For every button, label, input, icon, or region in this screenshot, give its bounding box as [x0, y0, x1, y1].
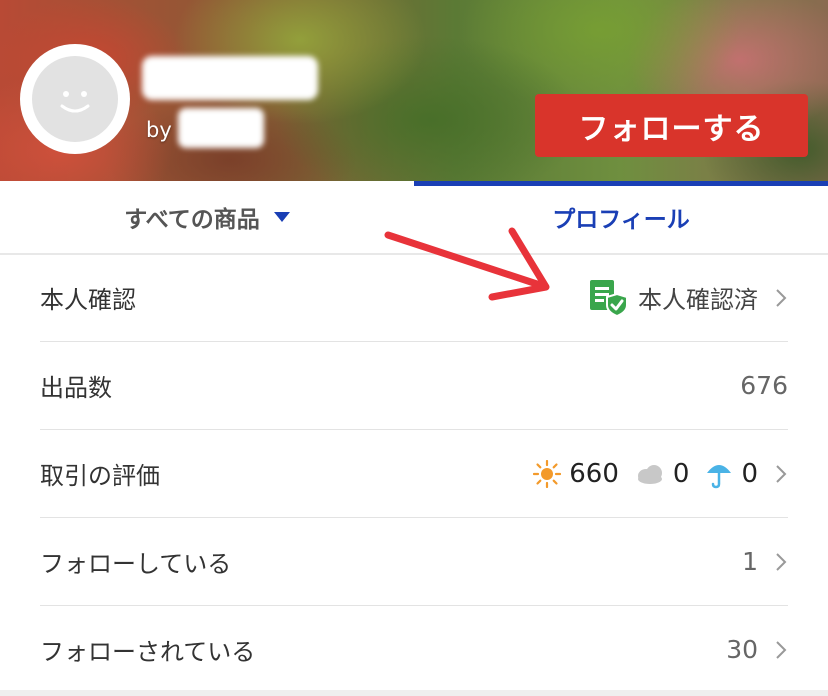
- annotation-arrow: [384, 227, 550, 301]
- bottom-divider: [0, 690, 828, 696]
- rating-label: 取引の評価: [40, 462, 160, 490]
- listings-label: 出品数: [40, 374, 112, 402]
- umbrella-icon: [707, 464, 732, 488]
- tab-profile-label: プロフィール: [552, 207, 690, 233]
- profile-banner: by フォローする: [0, 0, 828, 181]
- followers-label: フォローされている: [40, 638, 256, 666]
- chevron-right-icon: [776, 640, 787, 659]
- avatar[interactable]: [20, 44, 130, 154]
- rating-bad-count: 0: [741, 458, 758, 489]
- following-count: 1: [742, 547, 758, 576]
- verification-label: 本人確認: [40, 286, 136, 314]
- chevron-right-icon: [776, 288, 787, 307]
- verified-document-icon: [590, 279, 628, 317]
- chevron-right-icon: [776, 552, 787, 571]
- sun-icon: [533, 459, 562, 488]
- rating-normal-count: 0: [672, 458, 690, 489]
- followers-count: 30: [726, 635, 758, 664]
- row-rating[interactable]: 取引の評価 660 0 0: [40, 430, 788, 518]
- row-followers[interactable]: フォローされている 30: [40, 606, 788, 693]
- listings-count: 676: [740, 371, 788, 400]
- cloud-icon: [637, 464, 662, 484]
- by-label: by: [146, 118, 172, 142]
- redacted-username: [142, 56, 318, 100]
- row-listings: 出品数 676: [40, 342, 788, 430]
- dropdown-triangle-icon: [273, 212, 290, 222]
- verification-status: 本人確認済: [638, 286, 758, 314]
- smiley-avatar-icon: [32, 56, 118, 142]
- follow-button[interactable]: フォローする: [535, 94, 808, 157]
- redacted-shop-name: [178, 108, 264, 148]
- tab-all-products-label: すべての商品: [124, 207, 260, 233]
- tab-all-products[interactable]: すべての商品: [0, 181, 414, 253]
- following-label: フォローしている: [40, 550, 232, 578]
- chevron-right-icon: [776, 464, 787, 483]
- rating-good-count: 660: [569, 458, 619, 489]
- row-following[interactable]: フォローしている 1: [40, 518, 788, 606]
